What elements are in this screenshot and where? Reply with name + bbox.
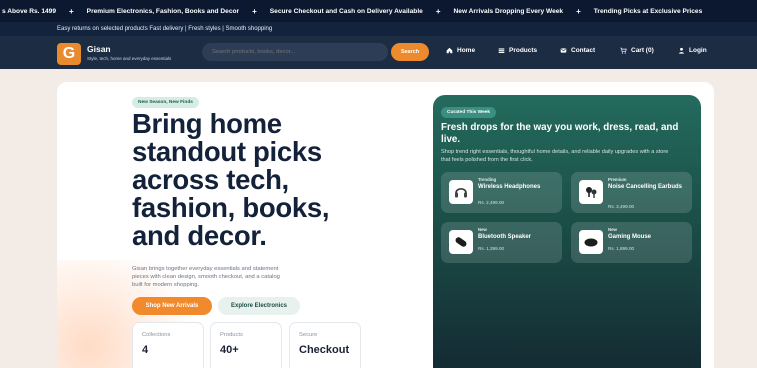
product-tag: New <box>478 227 487 232</box>
nav-login-label: Login <box>689 47 707 54</box>
product-tag: Premium <box>608 177 627 182</box>
nav-products[interactable]: Products <box>498 47 537 54</box>
product-card[interactable]: New Bluetooth Speaker Rs. 1,399.00 <box>441 222 562 263</box>
stat-label: Products <box>220 332 243 338</box>
cart-icon <box>620 47 627 54</box>
product-tag: New <box>608 227 617 232</box>
search-input[interactable] <box>202 43 388 61</box>
curated-description: Shop trend right essentials, thoughtful … <box>441 149 669 163</box>
stat-value: 40+ <box>220 344 239 356</box>
product-price: Rs. 1,399.00 <box>478 246 505 251</box>
nav-contact-label: Contact <box>571 47 596 54</box>
nav-products-label: Products <box>509 47 538 54</box>
nav-home-label: Home <box>457 47 476 54</box>
stat-value: Checkout <box>299 344 350 356</box>
speaker-icon <box>455 237 467 247</box>
ticker-item: Trending Picks at Exclusive Prices <box>593 7 703 15</box>
product-name: Bluetooth Speaker <box>478 234 532 240</box>
product-price: Rs. 2,499.00 <box>478 200 505 205</box>
brand-logo[interactable]: G <box>57 43 81 65</box>
logo-letter: G <box>62 45 76 62</box>
curated-badge: Curated This Week <box>441 107 497 118</box>
product-card[interactable]: Premium Noise Cancelling Earbuds Rs. 3,4… <box>571 172 692 213</box>
nav-home[interactable]: Home <box>446 47 475 54</box>
product-card[interactable]: New Gaming Mouse Rs. 1,899.00 <box>571 222 692 263</box>
ticker-separator: + <box>69 6 74 16</box>
stat-card: Secure Checkout <box>289 322 361 368</box>
ticker-separator: + <box>252 6 257 16</box>
shop-new-arrivals-button[interactable]: Shop New Arrivals <box>132 297 212 315</box>
search-button[interactable]: Search <box>391 43 429 61</box>
mail-icon <box>560 48 567 53</box>
brand-name[interactable]: Gisan <box>87 44 111 54</box>
info-bar-text: Easy returns on selected products Fast d… <box>57 26 273 32</box>
hero-headline: Bring home standout picks across tech, f… <box>132 108 330 251</box>
nav-cart-label: Cart (0) <box>631 47 654 54</box>
product-thumbnail <box>449 180 473 204</box>
home-icon <box>446 47 453 54</box>
headphones-icon <box>455 188 467 198</box>
ticker-item: Premium Electronics, Fashion, Books and … <box>86 7 240 15</box>
product-thumbnail <box>579 230 603 254</box>
nav-login[interactable]: Login <box>678 47 707 54</box>
grid-icon <box>498 48 505 54</box>
product-name: Noise Cancelling Earbuds <box>608 184 683 190</box>
product-tag: Trending <box>478 177 497 182</box>
product-name: Gaming Mouse <box>608 234 652 240</box>
product-thumbnail <box>579 180 603 204</box>
curated-title: Fresh drops for the way you work, dress,… <box>441 122 679 145</box>
hero-description: Gisan brings together everyday essential… <box>132 266 280 289</box>
ticker-item: s Above Rs. 1499 <box>2 7 56 15</box>
mouse-icon <box>584 238 598 247</box>
nav-cart[interactable]: Cart (0) <box>620 47 654 54</box>
stat-card: Collections 4 <box>132 322 204 368</box>
ticker-item: New Arrivals Dropping Every Week <box>453 7 564 15</box>
product-name: Wireless Headphones <box>478 184 541 190</box>
stat-label: Collections <box>142 332 171 338</box>
ticker-separator: + <box>435 6 441 16</box>
product-card[interactable]: Trending Wireless Headphones Rs. 2,499.0… <box>441 172 562 213</box>
promo-ticker: s Above Rs. 1499 + Premium Electronics, … <box>0 0 757 22</box>
stat-card: Products 40+ <box>210 322 282 368</box>
product-price: Rs. 3,499.00 <box>608 204 635 209</box>
product-price: Rs. 1,899.00 <box>608 246 635 251</box>
ticker-item: Secure Checkout and Cash on Delivery Ava… <box>269 7 423 15</box>
info-bar: Easy returns on selected products Fast d… <box>0 22 757 36</box>
user-icon <box>679 47 684 54</box>
nav-contact[interactable]: Contact <box>560 47 595 54</box>
stat-value: 4 <box>142 344 149 356</box>
brand-tagline: Style, tech, home and everyday essential… <box>87 56 172 61</box>
stat-label: Secure <box>299 332 318 338</box>
hero-eyebrow: New Season, New Finds <box>132 97 199 108</box>
ticker-separator: + <box>576 6 581 16</box>
earbuds-icon <box>586 187 597 198</box>
product-thumbnail <box>449 230 473 254</box>
explore-electronics-button[interactable]: Explore Electronics <box>218 297 300 315</box>
